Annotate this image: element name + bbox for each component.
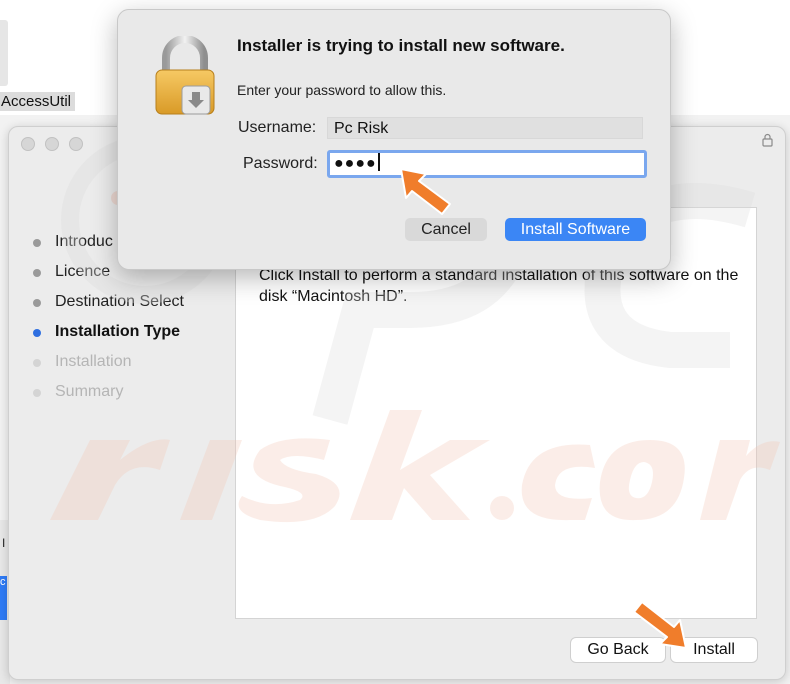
background-window-edge (0, 20, 8, 86)
dialog-subtitle: Enter your password to allow this. (237, 82, 447, 98)
step-dot-icon (33, 299, 41, 307)
minimize-window-button[interactable] (45, 137, 59, 151)
dialog-title: Installer is trying to install new softw… (237, 36, 565, 55)
background-text-fragment: I (2, 536, 6, 550)
username-label: Username: (238, 119, 317, 136)
step-label: Introduc (55, 233, 113, 250)
step-label: Installation (55, 353, 132, 370)
username-field[interactable]: Pc Risk (327, 117, 643, 139)
password-value: ●●●● (334, 155, 377, 172)
close-window-button[interactable] (21, 137, 35, 151)
step-label: Licence (55, 263, 111, 280)
step-dot-icon (33, 389, 41, 397)
step-dot-icon (33, 329, 41, 337)
step-dot-icon (33, 359, 41, 367)
authentication-dialog: Installer is trying to install new softw… (117, 9, 671, 270)
step-dot-icon (33, 239, 41, 247)
lock-icon (762, 133, 773, 150)
install-button[interactable]: Install (670, 637, 758, 663)
screen: AccessUtil I c Introduc Licence Destinat (0, 0, 790, 684)
zoom-window-button[interactable] (69, 137, 83, 151)
password-label: Password: (243, 155, 318, 172)
step-label: Summary (55, 383, 124, 400)
step-label: Installation Type (55, 323, 181, 340)
password-field[interactable]: ●●●● (327, 150, 647, 178)
text-caret (377, 153, 380, 171)
step-dot-icon (33, 269, 41, 277)
cancel-button[interactable]: Cancel (405, 218, 487, 241)
step-label: Destination Select (55, 293, 184, 310)
installer-body-text: Click Install to perform a standard inst… (259, 267, 739, 305)
background-selected-text: c (0, 576, 6, 588)
background-app-label: AccessUtil (0, 92, 76, 111)
background-selected-item: c (0, 576, 7, 620)
username-value: Pc Risk (334, 120, 389, 137)
install-software-button[interactable]: Install Software (505, 218, 646, 241)
go-back-button[interactable]: Go Back (570, 637, 666, 663)
padlock-icon (155, 36, 215, 115)
